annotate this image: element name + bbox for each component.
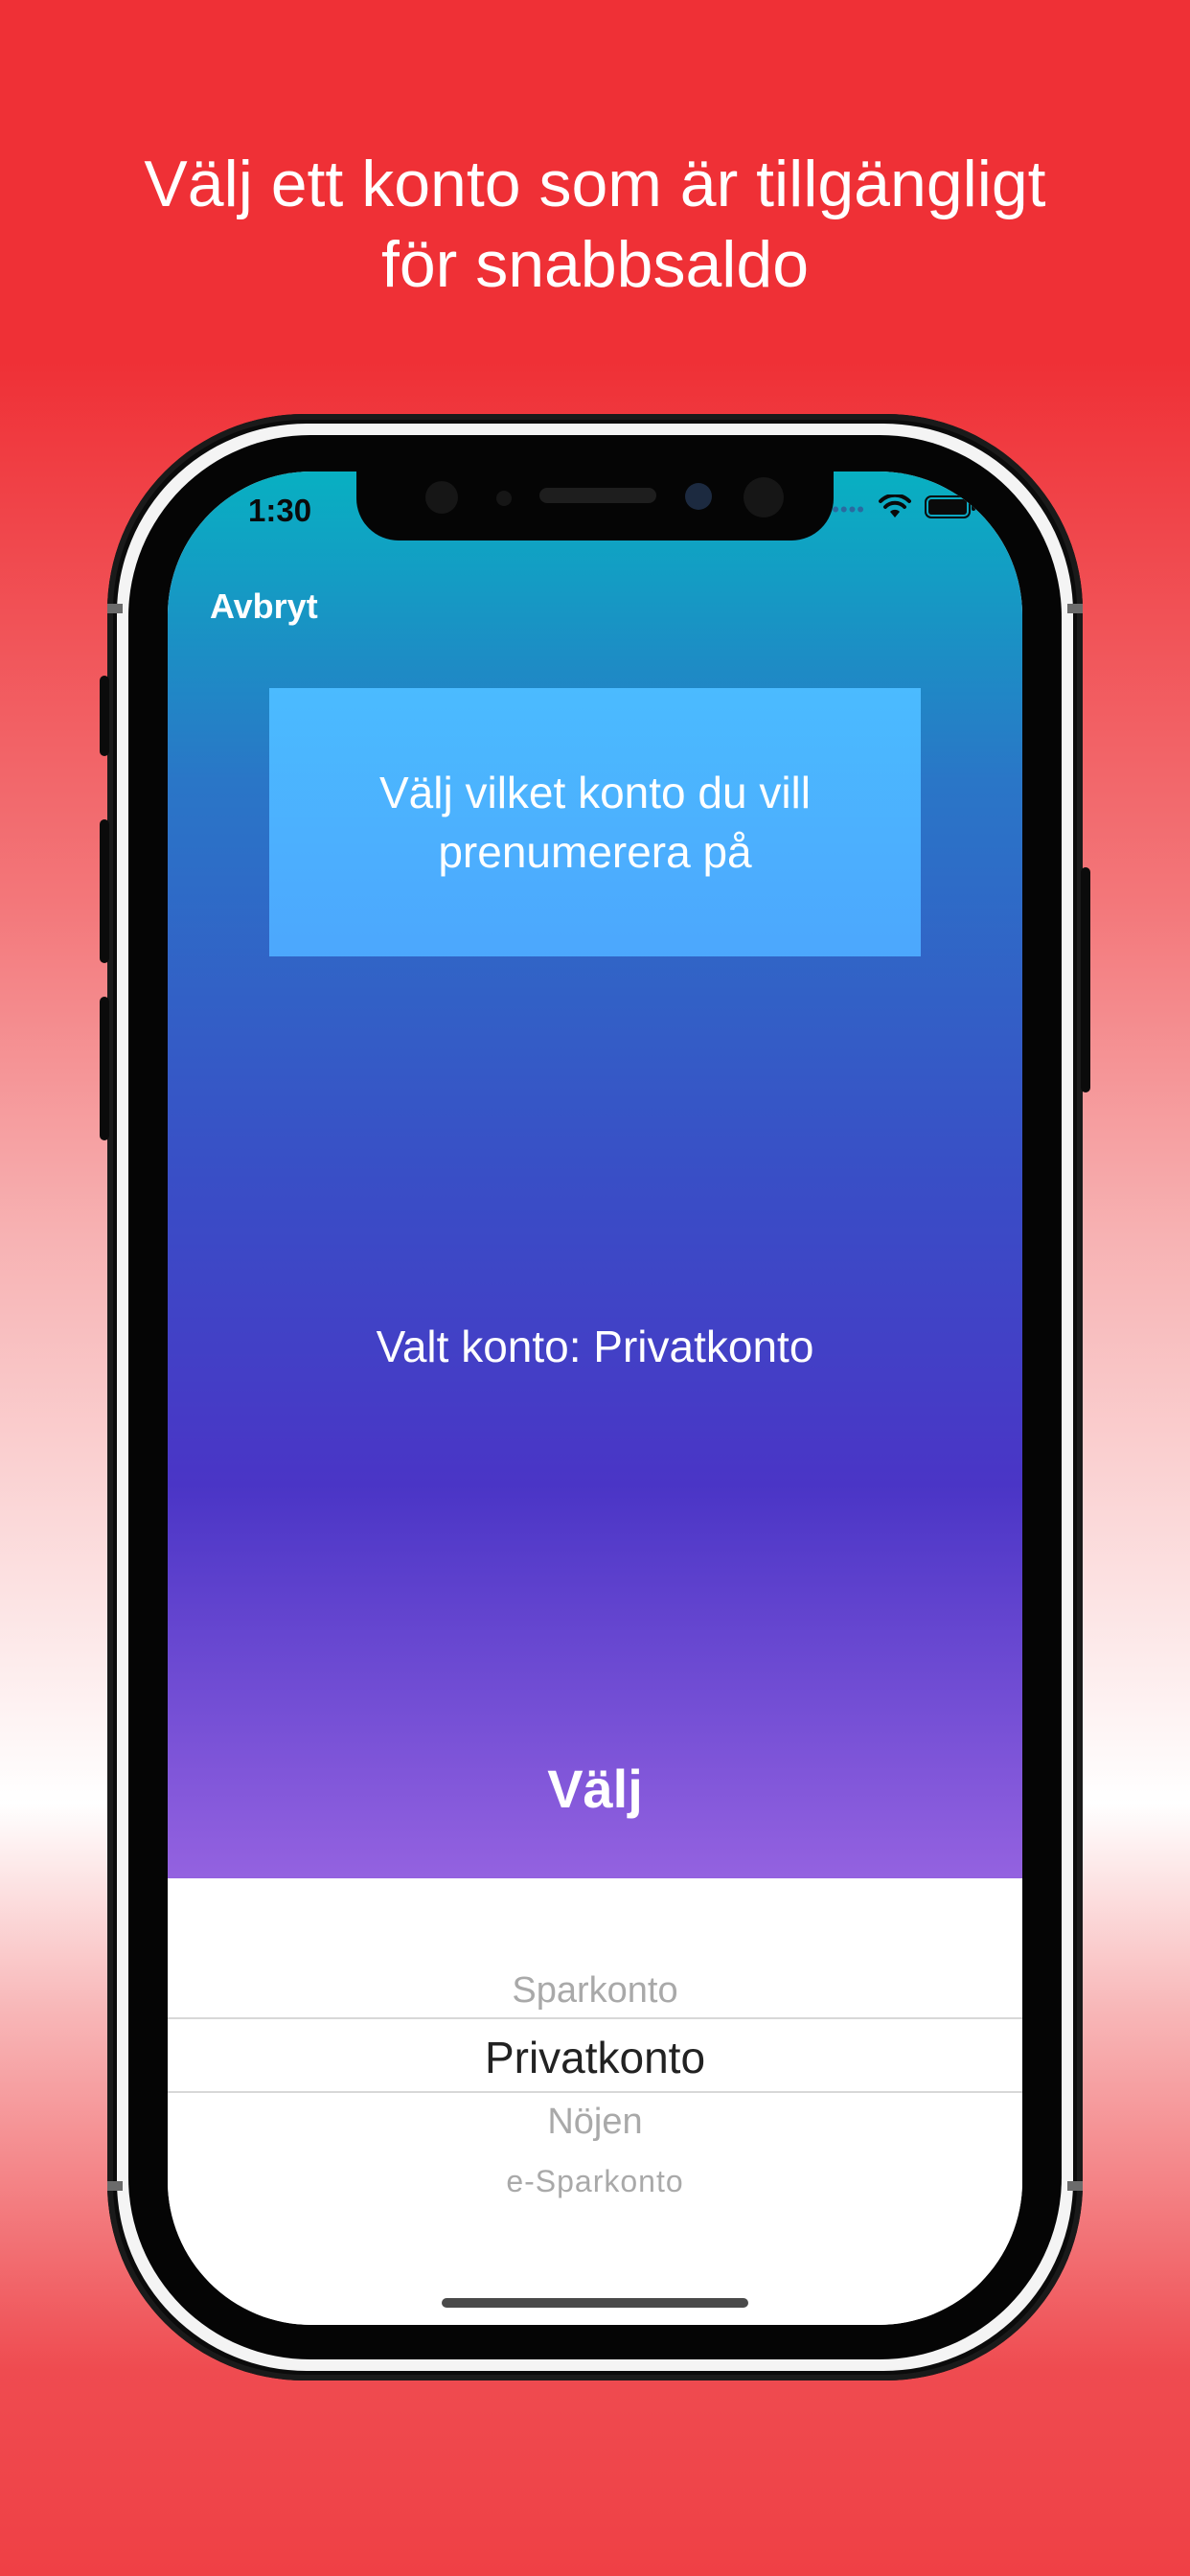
front-sensor-left — [425, 481, 458, 514]
mute-switch — [100, 676, 109, 756]
volume-up-button — [100, 819, 109, 963]
choose-button[interactable]: Välj — [499, 1750, 691, 1827]
volume-down-button — [100, 997, 109, 1140]
picker-item-selected[interactable]: Privatkonto — [168, 2032, 1022, 2083]
account-picker[interactable]: Sparkonto Privatkonto Nöjen e-Sparkonto — [168, 1878, 1022, 2325]
earpiece-speaker — [539, 488, 656, 503]
notch — [356, 472, 834, 540]
picker-selection-line-top — [168, 2017, 1022, 2019]
info-box: Välj vilket konto du vill prenumerera på — [269, 688, 921, 956]
promo-headline: Välj ett konto som är tillgängligt för s… — [0, 144, 1190, 305]
antenna-line-left-bottom — [107, 2181, 123, 2191]
signal-dots-icon: •••• — [832, 496, 865, 521]
picker-item[interactable]: Sparkonto — [168, 1970, 1022, 2012]
phone-screen: 1:30 •••• Avbryt Välj vilket konto du vi… — [168, 472, 1022, 2325]
antenna-line-right-bottom — [1067, 2181, 1083, 2191]
power-button — [1081, 867, 1090, 1092]
picker-selection-line-bottom — [168, 2091, 1022, 2093]
selected-account-label: Valt konto: Privatkonto — [376, 1322, 814, 1371]
picker-item[interactable]: Nöjen — [168, 2102, 1022, 2143]
wifi-icon — [879, 493, 911, 524]
info-text: Välj vilket konto du vill prenumerera på — [379, 768, 811, 877]
battery-icon — [925, 494, 976, 524]
front-sensor-small — [496, 491, 512, 506]
home-indicator[interactable] — [442, 2298, 748, 2308]
status-time: 1:30 — [248, 493, 312, 528]
front-sensor-right — [744, 477, 784, 518]
front-camera — [685, 483, 712, 510]
status-icons: •••• — [832, 493, 976, 524]
cancel-button[interactable]: Avbryt — [210, 586, 318, 627]
antenna-line-left — [107, 604, 123, 613]
picker-item[interactable]: e-Sparkonto — [168, 2164, 1022, 2199]
app-gradient-background — [168, 472, 1022, 1878]
antenna-line-right — [1067, 604, 1083, 613]
promo-headline-line-1: Välj ett konto som är tillgängligt — [144, 148, 1046, 220]
promo-headline-line-2: för snabbsaldo — [380, 228, 810, 301]
